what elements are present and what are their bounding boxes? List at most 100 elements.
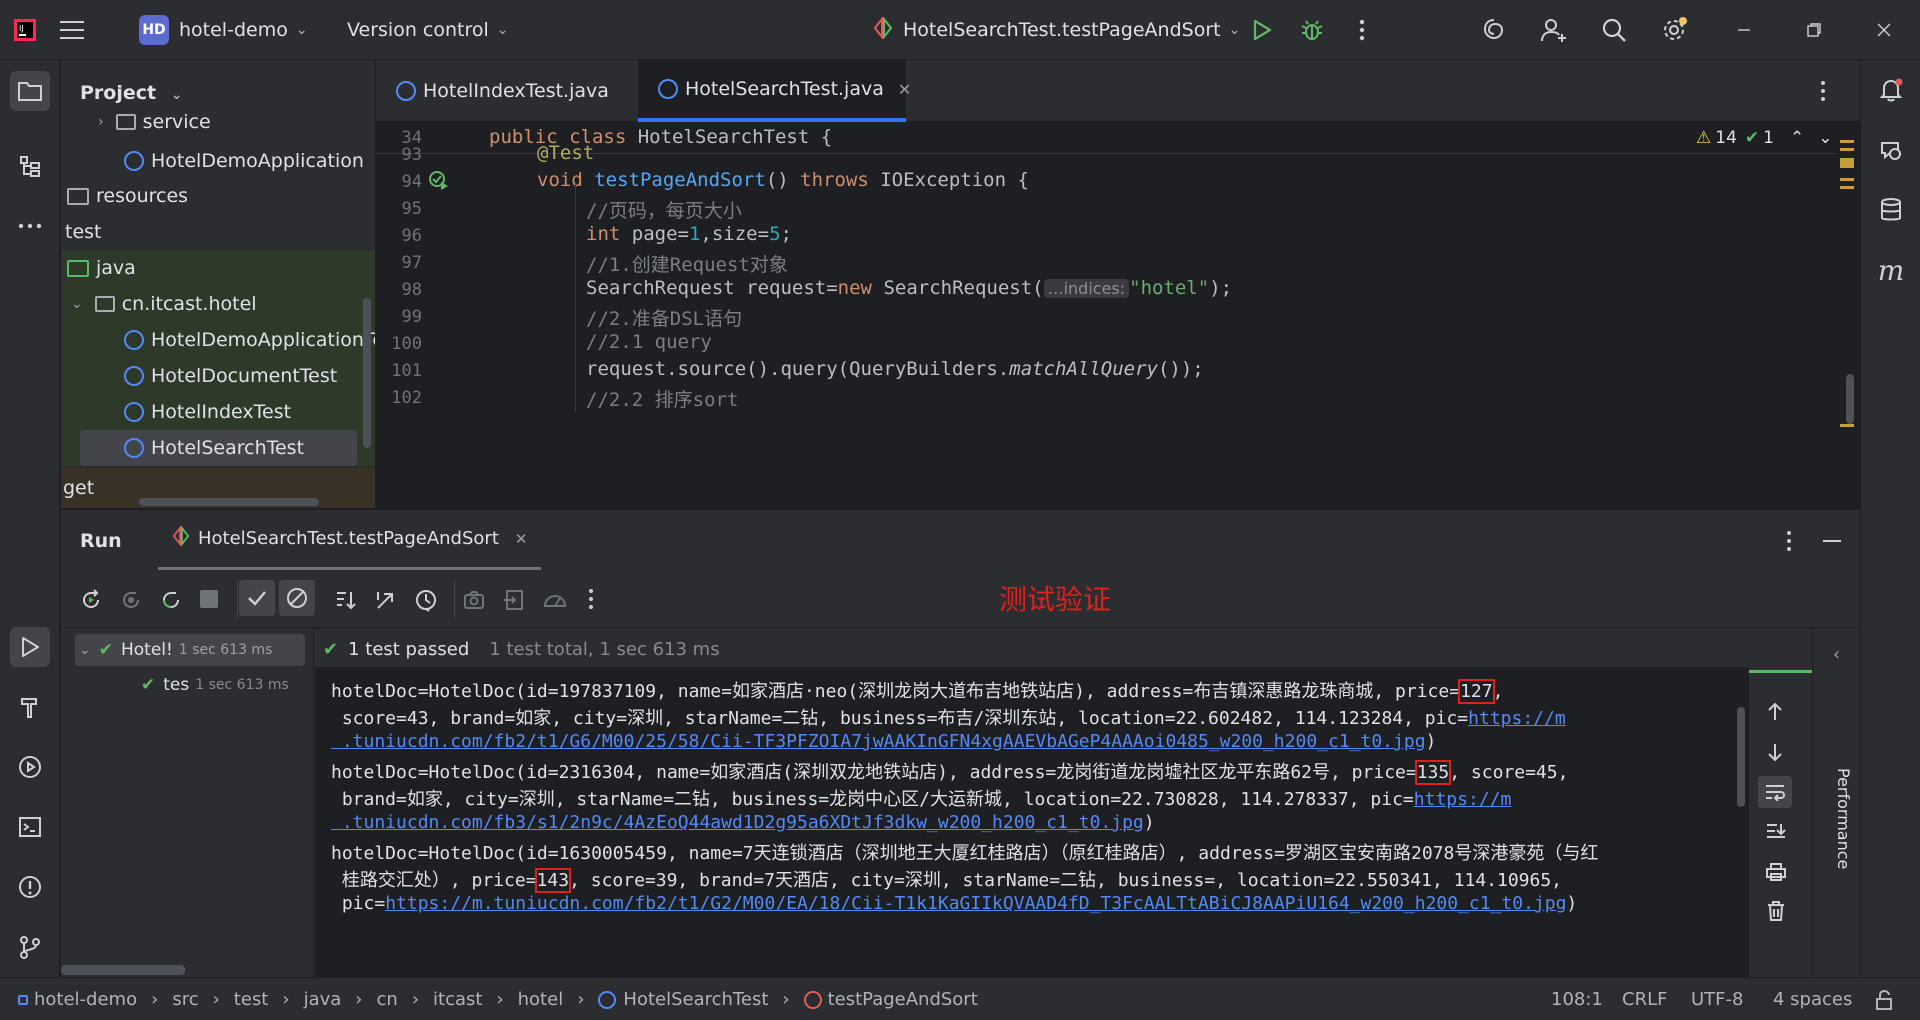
import-icon[interactable] (502, 588, 526, 617)
print-icon[interactable] (1765, 862, 1787, 887)
lock-icon[interactable] (1874, 978, 1894, 1020)
maven-icon[interactable]: m (1871, 250, 1911, 290)
main-menu-icon[interactable] (60, 0, 86, 60)
project-hscrollbar[interactable] (139, 498, 319, 506)
run-icon[interactable] (1244, 12, 1280, 48)
more-tools-icon[interactable] (10, 206, 50, 246)
ide-logo-icon[interactable]: IJ (14, 0, 36, 60)
close-tab-icon[interactable]: ✕ (515, 530, 528, 548)
crumb-method[interactable]: testPageAndSort (828, 989, 978, 1010)
test-tree-child[interactable]: ✔ tes 1 sec 613 ms (141, 670, 289, 700)
history-clock-icon[interactable] (414, 588, 438, 617)
tree-item-hotelindextest[interactable]: HotelIndexTest (61, 394, 375, 430)
file-encoding[interactable]: UTF-8 (1691, 978, 1743, 1020)
project-panel-title[interactable]: Project ⌄ (80, 82, 182, 104)
problems-icon[interactable] (10, 867, 50, 907)
crumb-java[interactable]: java (304, 989, 342, 1010)
crumb-cn[interactable]: cn (377, 989, 398, 1010)
crumb-itcast[interactable]: itcast (433, 989, 482, 1010)
tree-item-test[interactable]: test (61, 214, 375, 250)
more-vertical-icon[interactable] (1344, 12, 1380, 48)
tree-item-hoteldemoapplicationtests[interactable]: HotelDemoApplicationTests (61, 322, 375, 358)
database-icon[interactable] (1871, 190, 1911, 230)
tests-passed-label: 1 test passed (348, 638, 470, 660)
arrow-down-icon[interactable] (1765, 742, 1785, 767)
hide-panel-icon[interactable] (1823, 540, 1841, 542)
collapse-all-icon[interactable] (374, 588, 398, 617)
performance-tab[interactable]: Performance (1834, 768, 1853, 869)
crumb-class[interactable]: HotelSearchTest (623, 989, 768, 1010)
run-tool-icon[interactable] (10, 627, 50, 667)
restore-icon[interactable] (1796, 12, 1832, 48)
more-vertical-icon[interactable] (588, 588, 594, 615)
project-folder-icon[interactable] (10, 71, 50, 111)
ai-assistant-icon[interactable] (1476, 12, 1512, 48)
sort-alpha-icon[interactable] (334, 588, 358, 617)
chevron-left-icon[interactable]: ‹ (1833, 644, 1840, 665)
settings-gear-icon[interactable] (1656, 12, 1692, 48)
minimize-icon[interactable] (1726, 12, 1762, 48)
add-user-icon[interactable] (1536, 12, 1572, 48)
console-scrollbar[interactable] (1737, 707, 1745, 807)
run-tab[interactable]: HotelSearchTest.testPageAndSort ✕ (158, 510, 542, 570)
run-config-selector[interactable]: HotelSearchTest.testPageAndSort ⌄ (873, 0, 1240, 60)
soft-wrap-icon[interactable] (1758, 776, 1792, 808)
tab-hotelsearchtest[interactable]: HotelSearchTest.java ✕ (638, 60, 911, 122)
title-bar: IJ HD hotel-demo ⌄ Version control ⌄ Hot… (0, 0, 1920, 60)
test-tree-root[interactable]: ⌄ ✔ Hotel! 1 sec 613 ms (75, 634, 305, 666)
tab-hotelindextest[interactable]: HotelIndexTest.java (376, 60, 638, 122)
git-branch-icon[interactable] (10, 927, 50, 967)
price-highlight: 127 (1458, 679, 1495, 704)
scroll-to-end-icon[interactable] (1765, 822, 1787, 847)
more-vertical-icon[interactable] (1786, 530, 1792, 557)
crumb-src[interactable]: src (172, 989, 198, 1010)
rerun-icon[interactable] (79, 588, 103, 617)
inspection-widget[interactable]: ⚠ 14 ✔ 1 ⌃ ⌄ (1696, 128, 1832, 148)
console-actions (1751, 688, 1801, 968)
build-hammer-icon[interactable] (10, 687, 50, 727)
tree-item-hoteldemoapplication[interactable]: HotelDemoApplication (61, 143, 375, 179)
tree-item-java[interactable]: java (61, 250, 375, 286)
notifications-bell-icon[interactable] (1871, 70, 1911, 110)
coverage-gauge-icon[interactable] (542, 588, 568, 617)
breadcrumb: hotel-demo › src › test › java › cn › it… (18, 978, 978, 1020)
run-test-gutter-icon[interactable] (428, 170, 450, 197)
caret-position[interactable]: 108:1 (1551, 978, 1603, 1020)
tree-item-package[interactable]: ⌄ cn.itcast.hotel (61, 286, 375, 322)
tree-item-service[interactable]: › service (61, 108, 375, 136)
tree-item-resources[interactable]: resources (61, 178, 375, 214)
arrow-up-icon[interactable] (1765, 702, 1785, 727)
project-scrollbar[interactable] (363, 298, 371, 448)
services-icon[interactable] (10, 747, 50, 787)
show-ignored-icon[interactable] (279, 580, 315, 616)
close-window-icon[interactable] (1866, 12, 1902, 48)
console-output[interactable]: hotelDoc=HotelDoc(id=197837109, name=如家酒… (315, 667, 1749, 977)
toggle-autotest-icon[interactable] (159, 588, 183, 617)
stop-icon[interactable] (200, 590, 218, 608)
indent-setting[interactable]: 4 spaces (1773, 978, 1852, 1020)
crumb-test[interactable]: test (234, 989, 269, 1010)
search-icon[interactable] (1596, 12, 1632, 48)
code-editor[interactable]: 34 public class HotelSearchTest { ⚠ 14 ✔… (376, 122, 1860, 508)
crumb-hotel[interactable]: hotel (518, 989, 564, 1010)
terminal-icon[interactable] (10, 807, 50, 847)
trash-icon[interactable] (1766, 900, 1786, 927)
structure-icon[interactable] (10, 146, 50, 186)
line-separator[interactable]: CRLF (1622, 978, 1667, 1020)
test-tree-hscrollbar[interactable] (61, 965, 185, 975)
chevron-up-icon[interactable]: ⌃ (1790, 128, 1804, 148)
ai-chat-icon[interactable] (1871, 130, 1911, 170)
tree-item-hotelsearchtest[interactable]: HotelSearchTest (61, 430, 375, 466)
more-vertical-icon[interactable] (1820, 80, 1826, 107)
camera-icon[interactable] (462, 588, 486, 617)
crumb-project[interactable]: hotel-demo (34, 989, 137, 1010)
tree-item-hoteldocumenttest[interactable]: HotelDocumentTest (61, 358, 375, 394)
editor-scrollbar[interactable] (1846, 374, 1854, 424)
close-tab-icon[interactable]: ✕ (898, 80, 911, 99)
rerun-failed-icon[interactable] (119, 588, 143, 617)
project-switcher[interactable]: HD hotel-demo ⌄ (139, 0, 308, 60)
debug-icon[interactable] (1294, 12, 1330, 48)
chevron-down-icon[interactable]: ⌄ (1818, 128, 1832, 148)
vcs-menu[interactable]: Version control ⌄ (347, 0, 509, 60)
show-passed-icon[interactable] (239, 580, 275, 616)
